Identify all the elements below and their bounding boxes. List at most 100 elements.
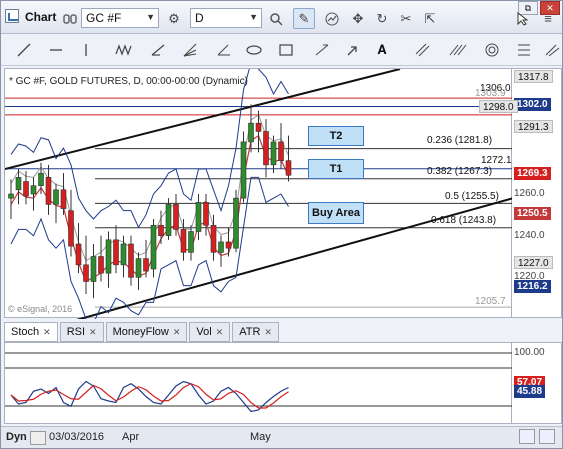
indicator-axis-label: 100.00 bbox=[514, 347, 545, 358]
interval-value: D bbox=[195, 11, 204, 25]
stoch-k-line bbox=[10, 380, 289, 413]
month-label-apr: Apr bbox=[122, 431, 140, 443]
search-icon[interactable] bbox=[265, 8, 287, 29]
rectangle-tool-icon[interactable] bbox=[275, 40, 297, 60]
target-zone-t1[interactable]: T1 bbox=[308, 159, 364, 179]
close-icon[interactable]: ✕ bbox=[264, 327, 272, 338]
chart-info-label: * GC #F, GOLD FUTURES, D, 00:00-00:00 (D… bbox=[9, 76, 248, 87]
candle-body bbox=[98, 256, 104, 274]
close-icon[interactable]: ✕ bbox=[173, 327, 181, 338]
tab-vol[interactable]: Vol ✕ bbox=[189, 322, 231, 342]
price-chart-panel[interactable] bbox=[4, 61, 514, 325]
price-axis-label: 1260.0 bbox=[514, 188, 545, 199]
angle-tool-icon[interactable] bbox=[213, 40, 235, 60]
tab-moneyflow[interactable]: MoneyFlow ✕ bbox=[105, 322, 188, 342]
ray-tool-icon[interactable] bbox=[147, 40, 169, 60]
chevron-down-icon[interactable]: ▼ bbox=[249, 12, 258, 22]
fan-tool-icon[interactable] bbox=[179, 40, 201, 60]
vertical-line-tool-icon[interactable] bbox=[75, 40, 97, 60]
refresh-icon[interactable]: ↻ bbox=[371, 8, 393, 29]
tab-label: RSI bbox=[66, 326, 86, 338]
cycle-tool-icon[interactable] bbox=[481, 40, 503, 60]
cursor-icon[interactable] bbox=[511, 8, 533, 29]
last-price-tag: 1269.3 bbox=[514, 167, 551, 180]
price-axis-label: 1291.3 bbox=[514, 120, 553, 133]
price-tag: 1298.0 bbox=[479, 100, 518, 113]
candle-body bbox=[233, 197, 239, 249]
date-field[interactable]: 03/03/2016 bbox=[49, 431, 104, 443]
candle-body bbox=[255, 122, 262, 132]
candle-body bbox=[15, 177, 22, 191]
candle-body bbox=[188, 231, 194, 253]
parallel-lines-tool-icon[interactable] bbox=[447, 40, 469, 60]
menu-icon[interactable]: ≡ bbox=[537, 8, 559, 29]
chart-line-icon[interactable] bbox=[321, 8, 343, 29]
zoom-in-icon[interactable] bbox=[539, 429, 555, 444]
tools-icon[interactable]: ✂ bbox=[395, 8, 417, 29]
candle-body bbox=[143, 258, 149, 272]
high2-label: 1303.9 bbox=[475, 88, 506, 99]
link-icon[interactable] bbox=[59, 8, 81, 29]
price-tag: 1227.0 bbox=[514, 256, 553, 269]
candle-body bbox=[128, 243, 134, 278]
pitchfork-tool-icon[interactable] bbox=[541, 40, 563, 60]
horizontal-line-tool-icon[interactable] bbox=[45, 40, 67, 60]
candle-body bbox=[53, 189, 59, 205]
candle-body bbox=[30, 185, 37, 195]
tab-label: Stoch bbox=[11, 326, 40, 338]
close-icon[interactable]: ✕ bbox=[43, 327, 51, 338]
candle-body bbox=[60, 189, 67, 209]
candle-body bbox=[173, 204, 179, 230]
interval-input[interactable]: D ▼ bbox=[190, 8, 262, 28]
zoom-out-icon[interactable] bbox=[519, 429, 535, 444]
calendar-icon[interactable] bbox=[30, 431, 46, 445]
candle-body bbox=[150, 224, 157, 270]
chart-app-icon bbox=[5, 9, 19, 23]
candle-body bbox=[83, 264, 89, 282]
measure-tool-icon[interactable] bbox=[311, 40, 333, 60]
candle-body bbox=[38, 172, 44, 186]
pencil-icon[interactable]: ✎ bbox=[293, 8, 315, 29]
close-icon[interactable]: ✕ bbox=[89, 327, 97, 338]
buy-arrow-tool-icon[interactable] bbox=[341, 40, 363, 60]
crosshair-icon[interactable]: ✥ bbox=[347, 8, 369, 29]
tab-atr[interactable]: ATR ✕ bbox=[232, 322, 279, 342]
price-tag: 1250.5 bbox=[514, 207, 551, 220]
tab-label: MoneyFlow bbox=[112, 326, 169, 338]
target-zone-t2[interactable]: T2 bbox=[308, 126, 364, 146]
secondary-average-line bbox=[10, 114, 289, 262]
candle-body bbox=[248, 122, 254, 143]
candle-body bbox=[263, 131, 269, 166]
text-tool-icon[interactable]: 𝐀 bbox=[371, 40, 393, 60]
price-axis-label: 1240.0 bbox=[514, 230, 545, 241]
ellipse-tool-icon[interactable] bbox=[243, 40, 265, 60]
stochastic-panel[interactable] bbox=[4, 342, 513, 424]
candle-body bbox=[113, 239, 119, 266]
mid-level-label: 1272.1 bbox=[481, 155, 512, 166]
indicator-tabs: Stoch ✕ RSI ✕ MoneyFlow ✕ Vol ✕ ATR ✕ bbox=[4, 322, 279, 342]
fib-tool-icon[interactable] bbox=[513, 40, 535, 60]
buy-area-zone[interactable]: Buy Area bbox=[308, 202, 364, 224]
trendline-tool-icon[interactable] bbox=[13, 40, 35, 60]
symbol-input[interactable]: GC #F ▼ bbox=[81, 8, 159, 28]
candle-body bbox=[68, 210, 74, 247]
candle-body bbox=[75, 243, 82, 266]
toolbar: Chart GC #F ▼ ⚙ D ▼ ✎ ✥ ↻ ✂ ⇱ ⧉ ✕ ≡ bbox=[1, 1, 562, 34]
close-icon[interactable]: ✕ bbox=[216, 327, 224, 338]
candle-body bbox=[203, 202, 209, 226]
candle-body bbox=[105, 239, 112, 274]
indicator-tag: 45.88 bbox=[514, 385, 546, 398]
candle-body bbox=[158, 224, 164, 236]
candle-body bbox=[240, 141, 247, 199]
dynamic-mode-label[interactable]: Dyn bbox=[6, 431, 27, 443]
fib-label-0382: 0.382 (1267.3) bbox=[427, 166, 493, 177]
price-tag: 1302.0 bbox=[514, 98, 551, 111]
settings-gear-icon[interactable]: ⚙ bbox=[163, 8, 185, 29]
fib-label-0236: 0.236 (1281.8) bbox=[427, 135, 493, 146]
tab-stoch[interactable]: Stoch ✕ bbox=[4, 322, 58, 342]
tab-rsi[interactable]: RSI ✕ bbox=[59, 322, 104, 342]
export-icon[interactable]: ⇱ bbox=[419, 8, 441, 29]
channel-tool-icon[interactable] bbox=[411, 40, 433, 60]
zigzag-tool-icon[interactable] bbox=[113, 40, 135, 60]
chevron-down-icon[interactable]: ▼ bbox=[146, 12, 155, 22]
